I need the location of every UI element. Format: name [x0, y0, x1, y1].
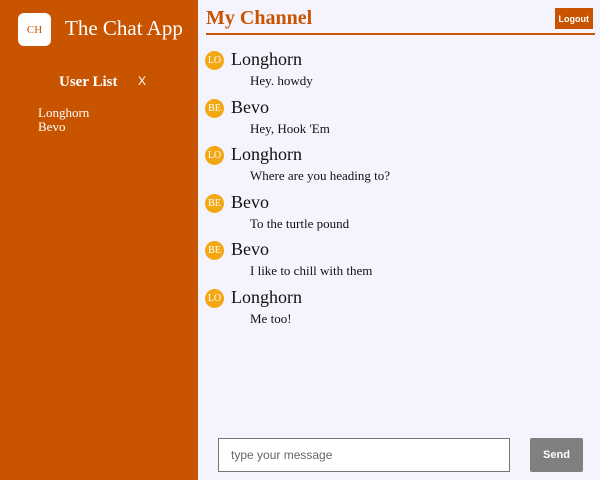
user-list: Longhorn Bevo — [38, 106, 89, 134]
message-item: BE Bevo I like to chill with them — [205, 238, 595, 286]
send-button[interactable]: Send — [530, 438, 583, 472]
message-sender: Longhorn — [231, 49, 302, 69]
message-text: Where are you heading to? — [250, 168, 391, 183]
message-input[interactable] — [218, 438, 510, 472]
message-sender: Bevo — [231, 239, 269, 259]
avatar: LO — [205, 288, 224, 308]
message-item: LO Longhorn Hey. howdy — [205, 48, 595, 96]
sidebar: CH The Chat App User List X Longhorn Bev… — [0, 0, 198, 480]
logout-button[interactable]: Logout — [554, 8, 593, 29]
user-list-title: User List — [59, 74, 118, 90]
message-text: I like to chill with them — [250, 263, 373, 278]
message-text: Me too! — [250, 310, 292, 326]
message-item: BE Bevo Hey, Hook 'Em — [205, 96, 595, 144]
avatar: BE — [205, 193, 224, 213]
message-sender: Bevo — [231, 96, 269, 117]
message-text: Hey. howdy — [250, 73, 313, 88]
avatar: BE — [205, 241, 224, 260]
chat-panel: My Channel Logout LO Longhorn Hey. howdy… — [198, 0, 600, 480]
message-text: Hey, Hook 'Em — [250, 120, 330, 136]
message-list: LO Longhorn Hey. howdy BE Bevo Hey, Hook… — [205, 48, 595, 333]
avatar: LO — [205, 51, 224, 70]
message-item: BE Bevo To the turtle pound — [205, 191, 595, 239]
message-sender: Longhorn — [231, 144, 302, 164]
app-title: The Chat App — [65, 16, 183, 40]
app-logo: CH — [18, 13, 51, 46]
channel-header: My Channel Logout — [206, 7, 595, 35]
message-sender: Longhorn — [231, 286, 302, 307]
message-item: LO Longhorn Where are you heading to? — [205, 143, 595, 191]
message-item: LO Longhorn Me too! — [205, 286, 595, 334]
close-user-list-button[interactable]: X — [138, 74, 146, 88]
channel-title: My Channel — [206, 7, 313, 29]
avatar: LO — [205, 146, 224, 165]
user-list-item[interactable]: Longhorn — [38, 106, 89, 120]
user-list-item[interactable]: Bevo — [38, 120, 89, 134]
message-sender: Bevo — [231, 191, 269, 212]
avatar: BE — [205, 98, 224, 118]
message-text: To the turtle pound — [250, 215, 350, 231]
